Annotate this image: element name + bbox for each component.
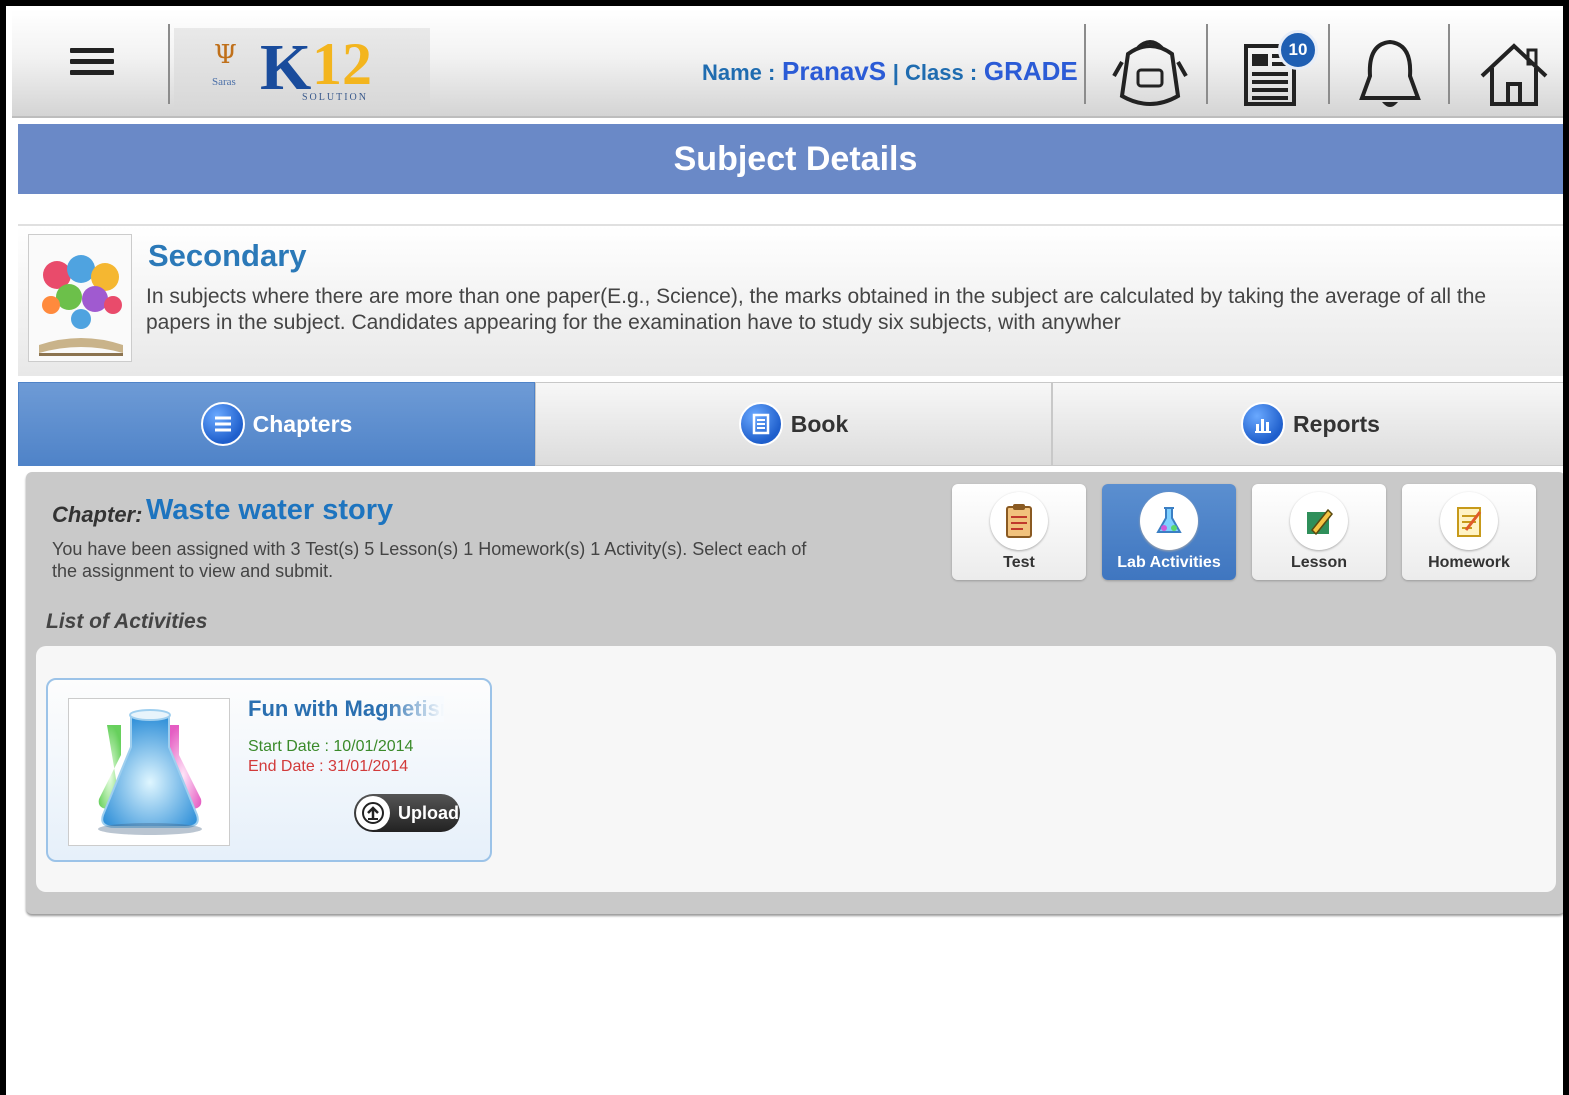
- lab-activities-button[interactable]: Lab Activities: [1102, 484, 1236, 580]
- divider: [1084, 24, 1086, 104]
- divider: [1448, 24, 1450, 104]
- chapter-name: Waste water story: [146, 494, 394, 526]
- chapter-description: You have been assigned with 3 Test(s) 5 …: [52, 539, 807, 581]
- name-value: PranavS: [782, 56, 887, 86]
- name-label: Name :: [702, 60, 776, 85]
- divider: [1328, 24, 1330, 104]
- activity-end-date: End Date : 31/01/2014: [248, 758, 409, 775]
- subject-tabs: Chapters Book Reports: [18, 382, 1563, 466]
- upload-button[interactable]: Upload: [354, 794, 460, 832]
- homework-button[interactable]: Homework: [1402, 484, 1536, 580]
- subject-thumbnail: [28, 234, 132, 362]
- test-button[interactable]: Test: [952, 484, 1086, 580]
- clipboard-icon: [990, 492, 1048, 550]
- app-frame: Ψ Saras K 12 SOLUTION Name : PranavS | C…: [0, 0, 1569, 1095]
- k12-logo: Ψ Saras K 12 SOLUTION: [174, 28, 430, 108]
- activity-card[interactable]: Fun with Magnetism Start Date : 10/01/20…: [46, 678, 492, 862]
- logo-tagline: SOLUTION: [302, 92, 368, 103]
- list-of-activities-label: List of Activities: [46, 610, 208, 633]
- bell-icon[interactable]: [1348, 32, 1432, 116]
- tab-book[interactable]: Book: [535, 382, 1052, 466]
- user-info: Name : PranavS | Class : GRADE: [702, 56, 1078, 87]
- school-bag-icon[interactable]: [1108, 32, 1192, 116]
- activity-title: Fun with Magnetism: [248, 696, 444, 722]
- test-label: Test: [1003, 554, 1035, 571]
- tab-reports[interactable]: Reports: [1052, 382, 1563, 466]
- pencil-icon: [1290, 492, 1348, 550]
- lab-activities-label: Lab Activities: [1117, 554, 1221, 571]
- tab-chapters[interactable]: Chapters: [18, 382, 535, 466]
- page-title: Subject Details: [673, 140, 918, 178]
- class-label: | Class :: [892, 60, 978, 85]
- tab-chapters-label: Chapters: [252, 410, 353, 437]
- chapter-label: Chapter:: [52, 502, 143, 527]
- notepad-icon: [1440, 492, 1498, 550]
- menu-icon[interactable]: [70, 48, 114, 82]
- flask-icon: [1140, 492, 1198, 550]
- list-icon: [200, 402, 245, 446]
- title-bar: Subject Details: [18, 124, 1563, 194]
- chapter-panel: Chapter: Waste water story You have been…: [26, 472, 1563, 914]
- activity-start-date: Start Date : 10/01/2014: [248, 738, 414, 755]
- book-logo-icon: Ψ: [214, 40, 237, 70]
- homework-label: Homework: [1428, 554, 1510, 571]
- logo-saras-text: Saras: [212, 76, 236, 88]
- subject-description: In subjects where there are more than on…: [146, 285, 1487, 334]
- notification-badge: 10: [1278, 30, 1318, 70]
- top-header: Ψ Saras K 12 SOLUTION Name : PranavS | C…: [12, 10, 1563, 118]
- upload-label: Upload: [398, 802, 459, 823]
- activities-list: Fun with Magnetism Start Date : 10/01/20…: [36, 646, 1556, 892]
- upload-icon: [356, 796, 390, 830]
- class-value: GRADE: [983, 56, 1078, 86]
- divider: [1206, 24, 1208, 104]
- subject-title: Secondary: [148, 238, 307, 273]
- lesson-button[interactable]: Lesson: [1252, 484, 1386, 580]
- lesson-label: Lesson: [1290, 554, 1347, 571]
- bar-chart-icon: [1241, 402, 1286, 446]
- logo-12-text: 12: [312, 31, 372, 97]
- tab-book-label: Book: [790, 410, 849, 437]
- book-icon: [738, 402, 783, 446]
- home-icon[interactable]: [1472, 32, 1556, 116]
- divider: [168, 24, 170, 104]
- lab-flasks-image: [68, 698, 230, 846]
- tab-reports-label: Reports: [1293, 410, 1380, 437]
- subject-info: Secondary In subjects where there are mo…: [18, 224, 1563, 376]
